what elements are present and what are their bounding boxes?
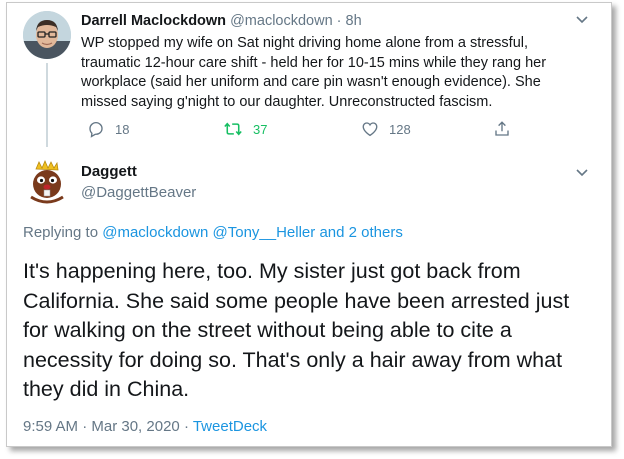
- dot-separator: ·: [183, 418, 189, 435]
- tweet-actions: 18 37 128: [81, 120, 521, 142]
- reply-tweet-header: Darrell Maclockdown @maclockdown · 8h: [81, 13, 362, 29]
- avatar[interactable]: [23, 11, 71, 59]
- reply-tweet-text: WP stopped my wife on Sat night driving …: [81, 35, 547, 110]
- heart-icon: [361, 120, 379, 138]
- thread-line: [46, 63, 48, 147]
- share-icon: [493, 120, 511, 138]
- author-handle[interactable]: @maclockdown: [230, 13, 333, 29]
- author-name[interactable]: Darrell Maclockdown: [81, 13, 226, 29]
- retweet-icon: [223, 120, 243, 138]
- reply-count: 18: [115, 121, 130, 137]
- main-tweet-text: It's happening here, too. My sister just…: [23, 259, 570, 401]
- chevron-down-icon[interactable]: [575, 13, 589, 28]
- mention-link[interactable]: @maclockdown: [102, 224, 208, 241]
- dot-separator: ·: [336, 13, 342, 29]
- replying-to-label: Replying to: [23, 224, 99, 241]
- time-ago[interactable]: 8h: [346, 13, 362, 29]
- avatar[interactable]: [23, 157, 71, 205]
- source-link[interactable]: TweetDeck: [193, 418, 267, 435]
- share-button[interactable]: [493, 120, 511, 138]
- retweet-button[interactable]: 37: [223, 120, 267, 138]
- author-name[interactable]: Daggett: [81, 163, 137, 180]
- tweet-timestamp[interactable]: 9:59 AM · Mar 30, 2020: [23, 418, 180, 435]
- retweet-count: 37: [253, 121, 268, 137]
- chevron-down-icon[interactable]: [575, 166, 589, 181]
- tweet-meta: 9:59 AM · Mar 30, 2020 · TweetDeck: [23, 418, 267, 435]
- author-handle[interactable]: @DaggettBeaver: [81, 184, 196, 201]
- mention-link[interactable]: @Tony__Heller: [213, 224, 316, 241]
- like-button[interactable]: 128: [361, 120, 411, 138]
- replying-to-line: Replying to @maclockdown @Tony__Heller a…: [23, 224, 403, 241]
- reply-button[interactable]: 18: [87, 120, 129, 138]
- reply-icon: [87, 120, 105, 138]
- like-count: 128: [389, 121, 411, 137]
- tweet-card: Darrell Maclockdown @maclockdown · 8h WP…: [6, 2, 612, 447]
- others-link[interactable]: and 2 others: [319, 224, 402, 241]
